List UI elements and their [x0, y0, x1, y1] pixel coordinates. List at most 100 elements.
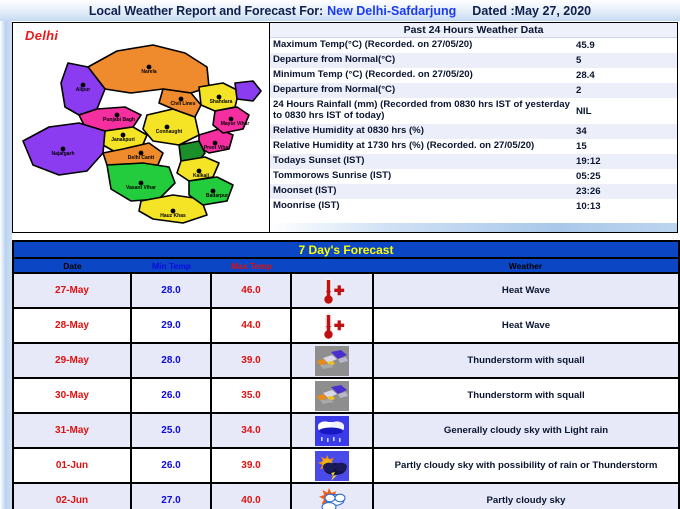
map-title-label: Delhi — [25, 28, 59, 43]
forecast-date: 29-May — [55, 355, 89, 366]
svg-text:Hauz Khas: Hauz Khas — [160, 213, 186, 219]
data-label: Todays Sunset (IST) — [273, 155, 365, 167]
forecast-date: 27-May — [55, 285, 89, 296]
delhi-map-panel[interactable]: Delhi Narela Alipur Punjabi Bagh Janakpu… — [12, 22, 270, 233]
forecast-date: 28-May — [55, 320, 89, 331]
data-row: Minimum Temp (°C) (Recorded. on 27/05/20… — [270, 68, 677, 83]
thunderstorm-squall-icon — [315, 380, 349, 411]
heat-wave-icon — [324, 277, 345, 304]
data-row: Relative Humidity at 0830 hrs (%) 34 — [270, 124, 677, 139]
data-row: Departure from Normal(°C) 2 — [270, 83, 677, 98]
table-row[interactable]: 27-May 28.0 46.0 Heat Wave — [14, 274, 680, 309]
data-value: NIL — [576, 105, 592, 117]
forecast-title: 7 Day's Forecast — [14, 242, 680, 259]
column-header-date: Date — [14, 259, 132, 272]
data-row: Maximum Temp(°C) (Recorded. on 27/05/20)… — [270, 38, 677, 53]
forecast-date: 02-Jun — [55, 495, 89, 506]
column-header-max-temp: Max Temp — [212, 259, 292, 272]
svg-text:Badarpur: Badarpur — [206, 193, 228, 199]
forecast-date: 31-May — [55, 425, 89, 436]
forecast-min-temp: 25.0 — [161, 425, 181, 436]
forecast-min-temp: 26.0 — [161, 460, 181, 471]
data-label: Maximum Temp(°C) (Recorded. on 27/05/20) — [273, 39, 473, 51]
data-value: 45.9 — [576, 40, 595, 51]
svg-text:Mayur Vihar: Mayur Vihar — [221, 121, 250, 127]
past-24h-heading: Past 24 Hours Weather Data — [270, 23, 677, 38]
column-header-weather: Weather — [374, 259, 678, 272]
partly-cloudy-icon — [319, 487, 346, 509]
data-value: 19:12 — [576, 156, 601, 167]
forecast-weather-text: Thunderstorm with squall — [467, 390, 585, 401]
forecast-date: 01-Jun — [55, 460, 89, 471]
data-label: Relative Humidity at 0830 hrs (%) — [273, 125, 424, 137]
svg-text:Shahdara: Shahdara — [210, 99, 233, 105]
data-label: Departure from Normal(°C) — [273, 84, 396, 96]
data-label: Moonset (IST) — [273, 185, 337, 197]
table-row[interactable]: 31-May 25.0 34.0 Generally cloudy sky wi… — [14, 414, 680, 449]
forecast-min-temp: 27.0 — [161, 495, 181, 506]
forecast-min-temp: 29.0 — [161, 320, 181, 331]
data-label: Departure from Normal(°C) — [273, 54, 396, 66]
table-row[interactable]: 29-May 28.0 39.0 Thunderstorm with squal… — [14, 344, 680, 379]
forecast-max-temp: 46.0 — [241, 285, 261, 296]
forecast-min-temp: 26.0 — [161, 390, 181, 401]
data-row: Tommorows Sunrise (IST) 05:25 — [270, 169, 677, 184]
cloudy-light-rain-icon — [315, 415, 349, 446]
forecast-max-temp: 39.0 — [241, 355, 261, 366]
thunderstorm-squall-icon — [315, 345, 349, 376]
forecast-weather-text: Generally cloudy sky with Light rain — [443, 425, 609, 436]
seven-day-forecast-table: 7 Day's Forecast Date Min Temp Max Temp … — [12, 240, 680, 509]
forecast-weather-text: Partly cloudy sky with possibility of ra… — [394, 460, 658, 471]
data-label: Moonrise (IST) — [273, 200, 340, 212]
forecast-max-temp: 40.0 — [241, 495, 261, 506]
forecast-weather-text: Heat Wave — [501, 285, 551, 296]
table-row[interactable]: 30-May 26.0 35.0 Thunderstorm with squal… — [14, 379, 680, 414]
data-value: 10:13 — [576, 201, 601, 212]
data-label: Minimum Temp (°C) (Recorded. on 27/05/20… — [273, 69, 473, 81]
forecast-max-temp: 35.0 — [241, 390, 261, 401]
data-value: 23:26 — [576, 186, 601, 197]
forecast-max-temp: 44.0 — [241, 320, 261, 331]
weather-report-page: Local Weather Report and Forecast For: N… — [0, 0, 680, 509]
table-row[interactable]: 28-May 29.0 44.0 Heat Wave — [14, 309, 680, 344]
svg-text:Kalkaji: Kalkaji — [193, 173, 210, 179]
forecast-min-temp: 28.0 — [161, 355, 181, 366]
forecast-date: 30-May — [55, 390, 89, 401]
page-title: Local Weather Report and Forecast For: — [88, 3, 324, 18]
forecast-weather-text: Heat Wave — [501, 320, 551, 331]
delhi-district-map-icon: Narela Alipur Punjabi Bagh Janakpuri Naj… — [22, 44, 262, 224]
sun-thundercloud-icon — [315, 450, 349, 481]
table-row[interactable]: 01-Jun 26.0 39.0 Partly cloudy sky with … — [14, 449, 680, 484]
forecast-header-row: Date Min Temp Max Temp Weather — [14, 259, 680, 274]
data-value: 28.4 — [576, 70, 595, 81]
data-label: 24 Hours Rainfall (mm) (Recorded from 08… — [273, 99, 570, 121]
data-panel-footer-strip — [270, 223, 677, 232]
svg-text:Janakpuri: Janakpuri — [111, 137, 135, 143]
svg-text:Preet Vihar: Preet Vihar — [204, 145, 230, 151]
svg-text:Connaught: Connaught — [156, 129, 183, 135]
data-value: 2 — [576, 85, 582, 96]
data-label: Relative Humidity at 1730 hrs (%) (Recor… — [273, 140, 535, 152]
data-row: 24 Hours Rainfall (mm) (Recorded from 08… — [270, 98, 677, 124]
report-date: Dated :May 27, 2020 — [472, 3, 592, 18]
data-row: Moonset (IST) 23:26 — [270, 184, 677, 199]
svg-text:Punjabi Bagh: Punjabi Bagh — [103, 117, 135, 123]
data-value: 05:25 — [576, 171, 601, 182]
forecast-min-temp: 28.0 — [161, 285, 181, 296]
data-row: Moonrise (IST) 10:13 — [270, 199, 677, 214]
forecast-max-temp: 34.0 — [241, 425, 261, 436]
data-value: 5 — [576, 55, 582, 66]
svg-text:Civil Lines: Civil Lines — [170, 101, 195, 107]
svg-text:Delhi Cantt: Delhi Cantt — [128, 155, 155, 161]
page-title-bar: Local Weather Report and Forecast For: N… — [0, 0, 680, 21]
data-row: Departure from Normal(°C) 5 — [270, 53, 677, 68]
station-name[interactable]: New Delhi-Safdarjung — [327, 4, 456, 18]
left-edge-strip — [0, 20, 12, 509]
forecast-max-temp: 39.0 — [241, 460, 261, 471]
svg-text:Narela: Narela — [141, 69, 157, 75]
table-row[interactable]: 02-Jun 27.0 40.0 Partly cloudy sky — [14, 484, 680, 509]
svg-text:Najafgarh: Najafgarh — [51, 151, 74, 157]
column-header-icon — [292, 259, 374, 272]
data-row: Todays Sunset (IST) 19:12 — [270, 154, 677, 169]
data-label: Tommorows Sunrise (IST) — [273, 170, 392, 182]
